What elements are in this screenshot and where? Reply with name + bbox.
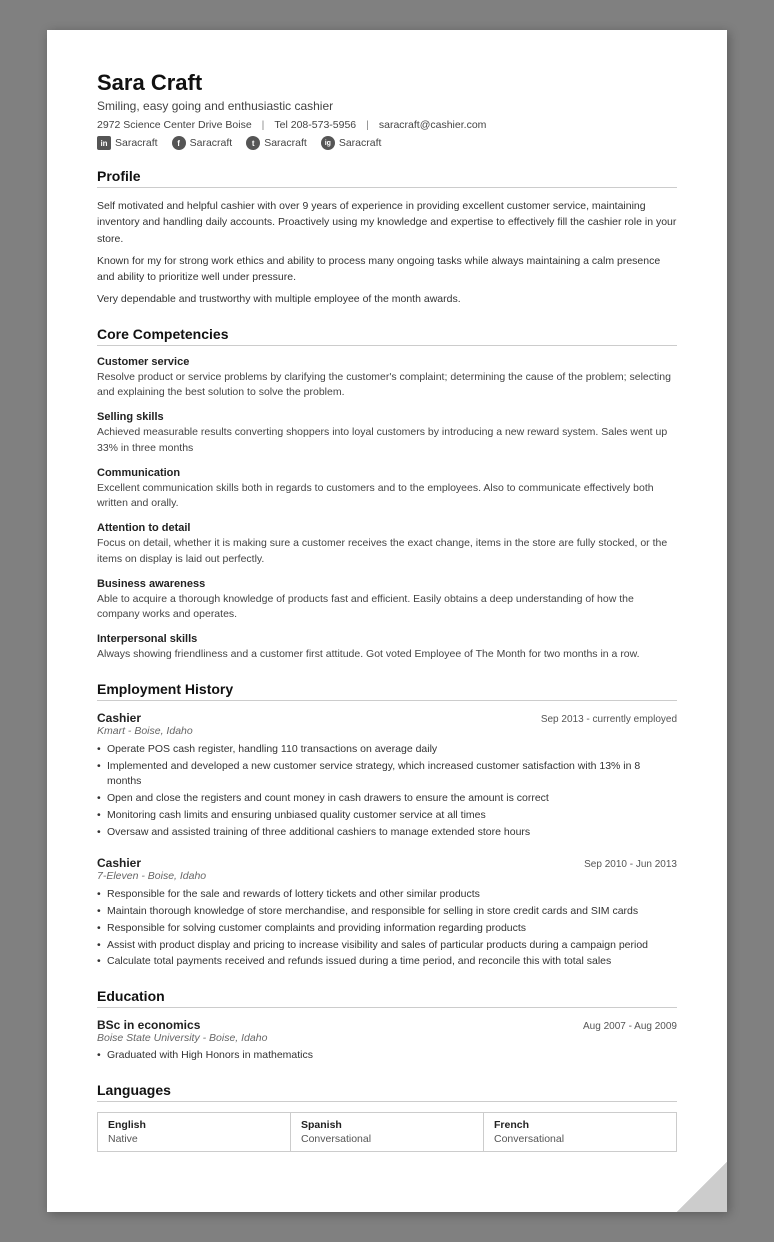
- separator-2: |: [366, 119, 369, 131]
- phone: Tel 208-573-5956: [274, 119, 356, 131]
- social-twitter: t Saracraft: [246, 136, 307, 150]
- competency-name-0: Customer service: [97, 356, 677, 368]
- lang-level-1: Conversational: [301, 1133, 473, 1145]
- twitter-icon: t: [246, 136, 260, 150]
- profile-title: Profile: [97, 168, 677, 188]
- competency-name-4: Business awareness: [97, 578, 677, 590]
- lang-name-2: French: [494, 1119, 666, 1131]
- job-kmart: Cashier Sep 2013 - currently employed Km…: [97, 711, 677, 841]
- candidate-tagline: Smiling, easy going and enthusiastic cas…: [97, 99, 677, 113]
- edu-bullet-0-0: Graduated with High Honors in mathematic…: [97, 1048, 677, 1064]
- twitter-label: Saracraft: [264, 137, 307, 149]
- education-section: Education BSc in economics Aug 2007 - Au…: [97, 988, 677, 1064]
- job-bullets-0: Operate POS cash register, handling 110 …: [97, 742, 677, 841]
- employment-title: Employment History: [97, 681, 677, 701]
- resume-page: Sara Craft Smiling, easy going and enthu…: [47, 30, 727, 1212]
- competency-name-3: Attention to detail: [97, 522, 677, 534]
- job-7eleven: Cashier Sep 2010 - Jun 2013 7-Eleven - B…: [97, 856, 677, 970]
- job-dates-1: Sep 2010 - Jun 2013: [584, 859, 677, 870]
- languages-table: English Native Spanish Conversational Fr…: [97, 1112, 677, 1152]
- competency-communication: Communication Excellent communication sk…: [97, 467, 677, 513]
- job-title-0: Cashier: [97, 711, 141, 725]
- competency-interpersonal-skills: Interpersonal skills Always showing frie…: [97, 633, 677, 663]
- languages-section: Languages English Native Spanish Convers…: [97, 1082, 677, 1152]
- instagram-label: Saracraft: [339, 137, 382, 149]
- lang-spanish: Spanish Conversational: [291, 1113, 484, 1151]
- employment-section: Employment History Cashier Sep 2013 - cu…: [97, 681, 677, 970]
- profile-para-3: Very dependable and trustworthy with mul…: [97, 291, 677, 307]
- competencies-title: Core Competencies: [97, 326, 677, 346]
- page-number: 2/2: [692, 1185, 707, 1197]
- competencies-section: Core Competencies Customer service Resol…: [97, 326, 677, 663]
- competency-selling-skills: Selling skills Achieved measurable resul…: [97, 411, 677, 457]
- job-bullets-1: Responsible for the sale and rewards of …: [97, 887, 677, 970]
- competency-desc-0: Resolve product or service problems by c…: [97, 370, 677, 402]
- job-company-1: 7-Eleven - Boise, Idaho: [97, 870, 677, 882]
- lang-french: French Conversational: [484, 1113, 676, 1151]
- header: Sara Craft Smiling, easy going and enthu…: [97, 70, 677, 150]
- competency-name-1: Selling skills: [97, 411, 677, 423]
- candidate-name: Sara Craft: [97, 70, 677, 96]
- lang-level-2: Conversational: [494, 1133, 666, 1145]
- competency-desc-3: Focus on detail, whether it is making su…: [97, 536, 677, 568]
- edu-block-0: BSc in economics Aug 2007 - Aug 2009 Boi…: [97, 1018, 677, 1064]
- lang-level-0: Native: [108, 1133, 280, 1145]
- lang-english: English Native: [98, 1113, 291, 1151]
- competency-desc-2: Excellent communication skills both in r…: [97, 481, 677, 513]
- profile-para-2: Known for my for strong work ethics and …: [97, 253, 677, 286]
- job-bullet-1-2: Responsible for solving customer complai…: [97, 921, 677, 937]
- facebook-icon: f: [172, 136, 186, 150]
- job-bullet-1-1: Maintain thorough knowledge of store mer…: [97, 904, 677, 920]
- job-company-0: Kmart - Boise, Idaho: [97, 725, 677, 737]
- job-bullet-0-1: Implemented and developed a new customer…: [97, 759, 677, 791]
- languages-title: Languages: [97, 1082, 677, 1102]
- instagram-icon: ig: [321, 136, 335, 150]
- lang-name-0: English: [108, 1119, 280, 1131]
- edu-degree-0: BSc in economics: [97, 1018, 200, 1032]
- competency-business-awareness: Business awareness Able to acquire a tho…: [97, 578, 677, 624]
- linkedin-label: Saracraft: [115, 137, 158, 149]
- job-title-1: Cashier: [97, 856, 141, 870]
- edu-header-0: BSc in economics Aug 2007 - Aug 2009: [97, 1018, 677, 1032]
- profile-section: Profile Self motivated and helpful cashi…: [97, 168, 677, 308]
- job-bullet-1-3: Assist with product display and pricing …: [97, 938, 677, 954]
- contact-line: 2972 Science Center Drive Boise | Tel 20…: [97, 119, 677, 131]
- competency-name-5: Interpersonal skills: [97, 633, 677, 645]
- edu-school-0: Boise State University - Boise, Idaho: [97, 1032, 677, 1044]
- email: saracraft@cashier.com: [379, 119, 487, 131]
- competency-customer-service: Customer service Resolve product or serv…: [97, 356, 677, 402]
- social-linkedin: in Saracraft: [97, 136, 158, 150]
- competency-desc-4: Able to acquire a thorough knowledge of …: [97, 592, 677, 624]
- facebook-label: Saracraft: [190, 137, 233, 149]
- job-bullet-1-4: Calculate total payments received and re…: [97, 954, 677, 970]
- profile-para-1: Self motivated and helpful cashier with …: [97, 198, 677, 247]
- competency-desc-1: Achieved measurable results converting s…: [97, 425, 677, 457]
- social-facebook: f Saracraft: [172, 136, 233, 150]
- job-header-0: Cashier Sep 2013 - currently employed: [97, 711, 677, 725]
- lang-name-1: Spanish: [301, 1119, 473, 1131]
- linkedin-icon: in: [97, 136, 111, 150]
- address: 2972 Science Center Drive Boise: [97, 119, 252, 131]
- edu-bullets-0: Graduated with High Honors in mathematic…: [97, 1048, 677, 1064]
- job-bullet-0-0: Operate POS cash register, handling 110 …: [97, 742, 677, 758]
- job-dates-0: Sep 2013 - currently employed: [541, 714, 677, 725]
- job-bullet-0-3: Monitoring cash limits and ensuring unbi…: [97, 808, 677, 824]
- competency-desc-5: Always showing friendliness and a custom…: [97, 647, 677, 663]
- competency-name-2: Communication: [97, 467, 677, 479]
- social-instagram: ig Saracraft: [321, 136, 382, 150]
- separator-1: |: [262, 119, 265, 131]
- education-title: Education: [97, 988, 677, 1008]
- edu-dates-0: Aug 2007 - Aug 2009: [583, 1021, 677, 1032]
- job-bullet-0-4: Oversaw and assisted training of three a…: [97, 825, 677, 841]
- competency-attention-detail: Attention to detail Focus on detail, whe…: [97, 522, 677, 568]
- social-line: in Saracraft f Saracraft t Saracraft ig …: [97, 136, 677, 150]
- job-bullet-0-2: Open and close the registers and count m…: [97, 791, 677, 807]
- job-bullet-1-0: Responsible for the sale and rewards of …: [97, 887, 677, 903]
- job-header-1: Cashier Sep 2010 - Jun 2013: [97, 856, 677, 870]
